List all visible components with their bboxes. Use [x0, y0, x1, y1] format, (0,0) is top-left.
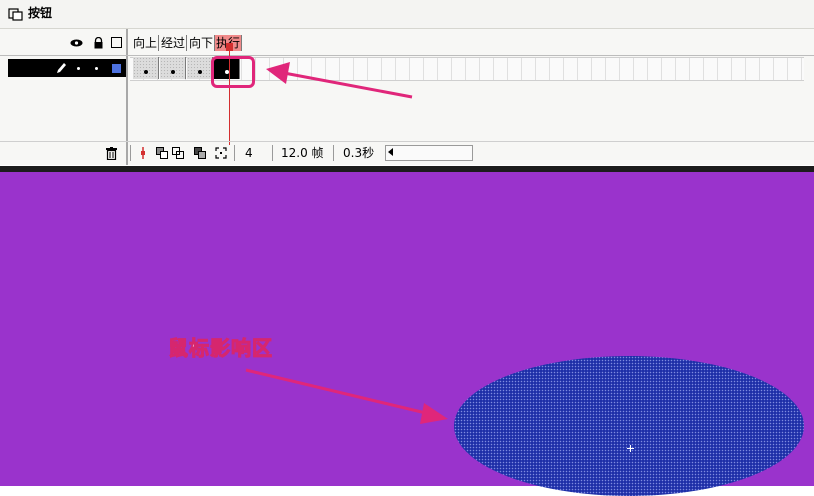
onion-skin-outline-icon[interactable]	[172, 147, 184, 159]
keyframe-dot	[198, 70, 202, 74]
onion-skin-icon[interactable]	[156, 147, 168, 159]
frame-rate[interactable]: 12.0 帧	[281, 146, 324, 160]
footer-separator	[333, 145, 334, 161]
keyframe-over[interactable]	[160, 57, 186, 79]
footer-separator	[234, 145, 235, 161]
hit-area-annotation: 鼠标影响区	[168, 336, 273, 361]
frame-label-down[interactable]: 向下	[188, 35, 216, 51]
keyframe-up[interactable]	[133, 57, 159, 79]
edit-multiple-icon[interactable]	[194, 147, 206, 159]
playhead[interactable]	[226, 43, 233, 51]
pencil-icon	[57, 63, 66, 73]
scroll-left-arrow-icon[interactable]	[388, 148, 393, 156]
stage[interactable]: 鼠标影响区	[0, 172, 814, 496]
timeline-panel: 向上 经过 向下 执行	[0, 29, 814, 165]
eye-icon[interactable]	[70, 37, 83, 49]
outline-icon[interactable]	[111, 37, 122, 48]
footer-separator	[272, 145, 273, 161]
scene-bar: 按钮	[0, 0, 814, 29]
highlight-box	[211, 56, 255, 88]
layer-outline-color[interactable]	[112, 64, 121, 73]
keyframe-down[interactable]	[187, 57, 213, 79]
frame-area: 向上 经过 向下 执行	[130, 29, 814, 145]
frame-label-over[interactable]: 经过	[160, 35, 188, 51]
keyframe-dot	[171, 70, 175, 74]
trash-icon[interactable]	[106, 147, 117, 160]
timeline-scrollbar[interactable]	[385, 145, 473, 161]
keyframe-dot	[144, 70, 148, 74]
scene-title[interactable]: 按钮	[28, 5, 52, 21]
scene-icon[interactable]	[8, 6, 24, 22]
layer-visible-dot[interactable]	[77, 67, 80, 70]
center-frame-icon[interactable]	[137, 147, 149, 159]
frame-label-up[interactable]: 向上	[132, 35, 160, 51]
registration-point-icon	[627, 445, 634, 452]
layer-lock-dot[interactable]	[95, 67, 98, 70]
onion-markers-icon[interactable]	[215, 147, 227, 159]
lock-icon[interactable]	[92, 37, 105, 49]
elapsed-time: 0.3秒	[343, 146, 375, 160]
current-frame: 4	[245, 146, 253, 160]
timeline-footer: 4 12.0 帧 0.3秒	[0, 141, 814, 164]
hit-area-ellipse[interactable]	[454, 356, 804, 496]
footer-separator	[130, 145, 131, 161]
layer-row[interactable]	[8, 59, 126, 77]
